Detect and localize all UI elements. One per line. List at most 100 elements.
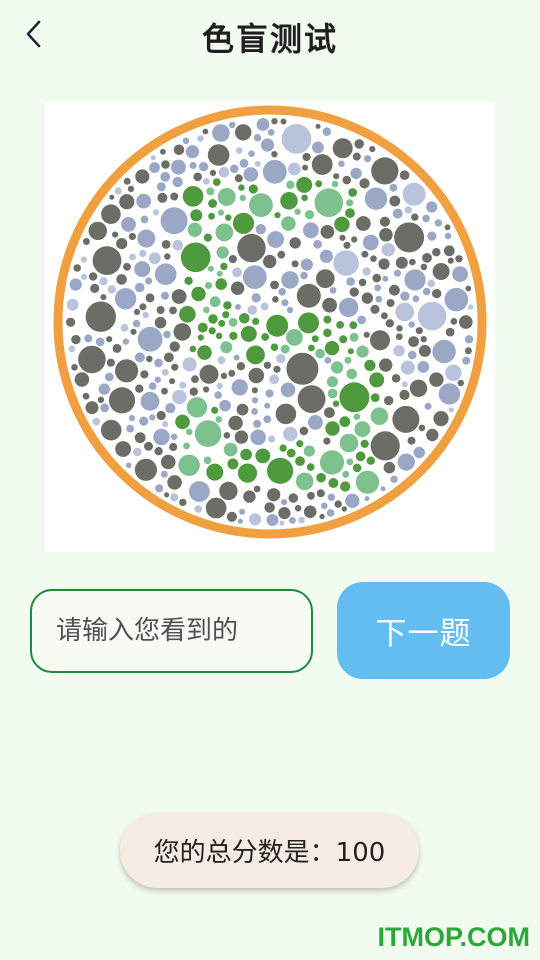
plate-dot xyxy=(169,341,180,352)
plate-dot xyxy=(123,262,131,271)
plate-dot xyxy=(203,306,210,314)
plate-dot xyxy=(100,294,107,301)
plate-dot xyxy=(175,414,190,430)
plate-dot xyxy=(379,228,393,242)
plate-dot xyxy=(397,453,415,471)
plate-dot xyxy=(408,321,416,328)
plate-dot xyxy=(81,273,88,280)
plate-dot xyxy=(189,387,198,396)
plate-dot xyxy=(154,376,161,383)
plate-dot xyxy=(128,232,136,241)
plate-dot xyxy=(217,187,236,206)
plate-dot xyxy=(276,353,286,364)
plate-dot xyxy=(401,381,408,388)
plate-dot xyxy=(299,426,309,436)
plate-dot xyxy=(295,472,314,491)
plate-dot xyxy=(184,276,193,285)
plate-dot xyxy=(329,287,337,294)
next-question-button[interactable]: 下一题 xyxy=(337,582,510,679)
plate-dot xyxy=(362,234,379,251)
plate-dot xyxy=(271,151,278,158)
plate-dot xyxy=(395,302,415,322)
plate-dot xyxy=(339,416,351,428)
plate-dot xyxy=(427,279,436,288)
plate-dot xyxy=(311,335,319,343)
plate-dot xyxy=(286,352,319,385)
plate-dot xyxy=(359,178,370,189)
plate-dot xyxy=(278,507,291,520)
plate-dot xyxy=(172,176,183,188)
plate-dot xyxy=(375,295,383,303)
plate-dot xyxy=(132,319,141,328)
plate-dot xyxy=(115,359,139,383)
plate-dot xyxy=(171,363,179,371)
plate-dot xyxy=(73,264,81,272)
plate-dot xyxy=(182,186,204,207)
plate-dot xyxy=(422,214,430,223)
plate-dot xyxy=(152,209,159,216)
plate-dot xyxy=(274,212,281,219)
plate-dot xyxy=(372,273,382,283)
plate-dot xyxy=(130,328,137,335)
plate-dot xyxy=(170,192,179,201)
plate-dot xyxy=(139,303,147,311)
plate-dot xyxy=(303,445,315,457)
plate-dot xyxy=(156,410,166,421)
plate-dot xyxy=(208,199,218,208)
plate-dot xyxy=(248,367,265,384)
plate-dot xyxy=(450,318,458,325)
plate-dot xyxy=(297,385,326,413)
plate-dot xyxy=(289,517,296,524)
plate-dot xyxy=(78,345,106,374)
plate-dot xyxy=(169,378,176,385)
plate-dot xyxy=(150,155,156,161)
plate-dot xyxy=(279,444,287,452)
plate-dot xyxy=(321,502,328,510)
plate-dot xyxy=(319,513,325,520)
plate-dot xyxy=(149,162,160,173)
plate-dot xyxy=(283,426,298,442)
plate-dot xyxy=(354,139,365,149)
plate-dot xyxy=(161,240,171,249)
plate-dot xyxy=(85,301,116,332)
plate-dot xyxy=(211,406,219,414)
plate-dot xyxy=(349,332,359,342)
plate-dot xyxy=(218,166,230,178)
plate-dot xyxy=(354,421,371,438)
plate-dot xyxy=(362,267,371,276)
plate-dot xyxy=(370,407,389,426)
plate-dot xyxy=(273,365,281,373)
plate-dot xyxy=(394,269,401,277)
plate-dot xyxy=(280,344,290,354)
plate-dot xyxy=(291,260,299,268)
answer-field[interactable] xyxy=(30,589,313,673)
plate-dot xyxy=(160,470,168,478)
plate-dot xyxy=(187,222,202,237)
plate-dot xyxy=(352,463,362,473)
plate-dot xyxy=(298,516,305,524)
plate-dot xyxy=(235,304,241,310)
plate-dot xyxy=(286,306,294,314)
plate-dot xyxy=(370,304,380,314)
plate-dot xyxy=(223,442,238,457)
answer-input[interactable] xyxy=(54,615,289,647)
plate-dot xyxy=(353,413,361,421)
plate-dot xyxy=(346,368,358,380)
plate-dot xyxy=(116,238,128,250)
plate-dot xyxy=(71,334,81,345)
plate-dot xyxy=(289,237,301,249)
plate-dot xyxy=(281,216,296,231)
plate-dot xyxy=(137,229,156,248)
plate-dot xyxy=(139,249,147,258)
plate-dot xyxy=(140,391,160,411)
plate-dot xyxy=(208,212,216,220)
plate-dot xyxy=(227,458,239,470)
plate-dot xyxy=(275,403,297,425)
plate-dot xyxy=(464,347,472,355)
plate-dot xyxy=(432,263,450,280)
plate-dot xyxy=(378,258,390,270)
plate-dot xyxy=(324,356,332,364)
plate-dot xyxy=(306,463,315,471)
plate-dot xyxy=(389,183,398,192)
plate-dot xyxy=(338,297,359,318)
